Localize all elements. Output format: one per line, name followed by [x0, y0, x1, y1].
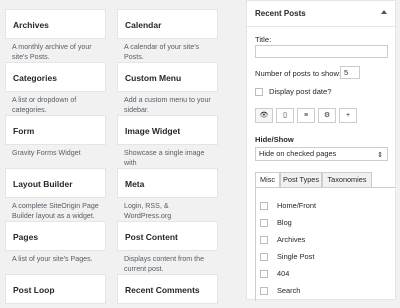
widget-description: A list of your site's Pages.	[5, 251, 106, 265]
widget-description-line: Login, RSS, & WordPress.org	[124, 202, 172, 220]
widget-card[interactable]: Layout Builder A complete SiteOrigin Page…	[5, 168, 106, 221]
widget-description: A calendar of your site's Posts.	[117, 39, 218, 62]
widget-card[interactable]: Pages A list of your site's Pages.	[5, 221, 106, 265]
widget-card[interactable]: Post Content Displays content from the cur…	[117, 221, 218, 274]
visibility-option-label: Search	[277, 286, 301, 295]
widget-settings-panel: Recent Posts Title: Number of posts to s…	[246, 0, 396, 301]
widget-title: Image Widget	[117, 115, 218, 145]
visibility-option-label: Home/Front	[277, 201, 317, 210]
widget-title: Custom Menu	[117, 62, 218, 92]
widget-card[interactable]: Recent Comments	[117, 274, 218, 308]
number-posts-input[interactable]: 5	[340, 66, 360, 79]
hide-show-value: Hide on checked pages	[259, 149, 337, 158]
widget-title: Layout Builder	[5, 168, 106, 198]
display-date-label: Display post date?	[269, 87, 332, 96]
widget-description-line: current post.	[124, 264, 164, 273]
visibility-option-label: 404	[277, 269, 290, 278]
widget-title: Categories	[5, 62, 106, 92]
widget-description-line: A monthly archive of your	[12, 43, 92, 51]
widget-title: Form	[5, 115, 106, 145]
number-posts-label: Number of posts to show:	[255, 69, 342, 78]
display-date-checkbox[interactable]	[255, 88, 263, 96]
visibility-tabs: Misc Post Types Taxonomies	[255, 172, 395, 188]
widget-card[interactable]: Form Gravity Forms Widget	[5, 115, 106, 159]
title-input[interactable]	[255, 45, 388, 58]
widget-description-line: A complete SiteOrigin Page	[12, 202, 99, 210]
visibility-option-label: Archives	[277, 235, 306, 244]
widget-description: A list or dropdown of categories.	[5, 92, 106, 115]
visibility-option-label: Single Post	[277, 252, 315, 261]
widget-description-line: Showcase a single image with	[124, 149, 205, 167]
select-arrow-icon: ⇕	[377, 152, 383, 159]
widget-description-line: A list of your site's Pages.	[12, 255, 93, 263]
widget-card[interactable]: Post Loop	[5, 274, 106, 308]
widget-title: Meta	[117, 168, 218, 198]
widget-title: Archives	[5, 9, 106, 39]
widget-card[interactable]: Archives A monthly archive of your site's …	[5, 9, 106, 62]
widget-description-line: Gravity Forms Widget	[12, 149, 81, 157]
collapse-arrow-icon[interactable]	[381, 10, 387, 14]
tab-taxonomies[interactable]: Taxonomies	[322, 172, 372, 188]
widget-description-line: sidebar.	[124, 105, 149, 114]
widget-description: Gravity Forms Widget	[5, 145, 106, 159]
widget-description-line: categories.	[12, 105, 47, 114]
plus-icon[interactable]: +	[339, 108, 357, 123]
visibility-option-checkbox[interactable]	[260, 253, 268, 261]
widget-card[interactable]: Categories A list or dropdown of categorie…	[5, 62, 106, 115]
widget-description-line: Add a custom menu to your	[124, 96, 211, 104]
visibility-option-checkbox[interactable]	[260, 236, 268, 244]
widget-card[interactable]: Custom Menu Add a custom menu to your side…	[117, 62, 218, 115]
hide-show-select[interactable]: Hide on checked pages ⇕	[255, 147, 388, 161]
panel-title: Recent Posts	[255, 9, 306, 18]
widget-description-line: site's Posts.	[12, 52, 50, 61]
title-label: Title:	[255, 35, 272, 44]
widget-title: Calendar	[117, 9, 218, 39]
widget-description	[117, 304, 218, 308]
widget-description-line: Builder layout as a widget.	[12, 211, 95, 220]
widget-description: A complete SiteOrigin Page Builder layout…	[5, 198, 106, 221]
hide-show-label: Hide/Show	[255, 135, 294, 144]
visibility-option-checkbox[interactable]	[260, 287, 268, 295]
panel-header[interactable]: Recent Posts	[247, 1, 395, 27]
widget-description-line: A list or dropdown of	[12, 96, 77, 104]
widget-description-line: A calendar of your site's Posts.	[124, 43, 200, 61]
visibility-option-checkbox[interactable]	[260, 202, 268, 210]
visibility-option-checkbox[interactable]	[260, 219, 268, 227]
eye-icon[interactable]: 👁	[255, 108, 273, 123]
visibility-option-label: Blog	[277, 218, 292, 227]
widget-description: Add a custom menu to your sidebar.	[117, 92, 218, 115]
gear-icon[interactable]: ⚙	[318, 108, 336, 123]
widget-title: Post Content	[117, 221, 218, 251]
widget-title: Pages	[5, 221, 106, 251]
tab-misc[interactable]: Misc	[255, 172, 280, 188]
align-icon[interactable]: ≡	[297, 108, 315, 123]
tab-post-types[interactable]: Post Types	[280, 172, 322, 188]
widget-card[interactable]: Calendar A calendar of your site's Posts.	[117, 9, 218, 62]
widget-description	[5, 304, 106, 308]
mobile-icon[interactable]: ▯	[276, 108, 294, 123]
widget-description: Displays content from the current post.	[117, 251, 218, 274]
available-widgets: Archives A monthly archive of your site's …	[0, 0, 232, 304]
visibility-option-checkbox[interactable]	[260, 270, 268, 278]
misc-tab-panel	[255, 187, 395, 301]
widget-description: A monthly archive of your site's Posts.	[5, 39, 106, 62]
widget-description-line: Displays content from the	[124, 255, 205, 263]
